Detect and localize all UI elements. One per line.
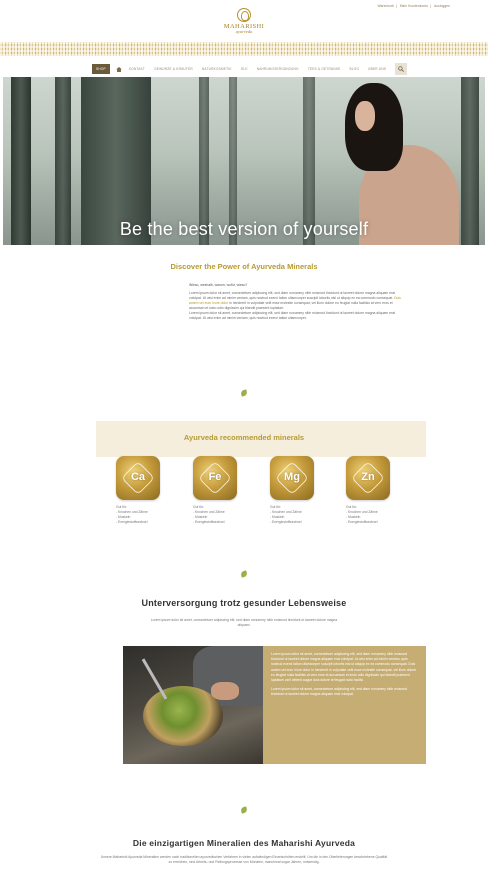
undersupply-title: Unterversorgung trotz gesunder Lebenswei… — [141, 598, 347, 608]
mineral-benefits-zn: Gut für: - Knochen und Zähne - Muskeln -… — [346, 505, 406, 525]
benefit-line: - Energiestoffwechsel — [116, 520, 148, 524]
leaf-divider-icon — [240, 389, 248, 397]
discover-text: Wieso, weshalb, warum, wofür, wieso? Lor… — [189, 283, 401, 321]
mineral-badge-zn[interactable]: Zn — [346, 456, 390, 500]
minerals-title: Ayurveda recommended minerals — [183, 433, 305, 442]
search-button[interactable] — [395, 63, 408, 75]
nav-item-spices[interactable]: GEWÜRZE & KRÄUTER — [154, 67, 193, 71]
mineral-symbol: Ca — [130, 471, 146, 483]
search-icon — [398, 66, 405, 72]
leaf-divider-icon — [240, 806, 248, 814]
mineral-benefits-fe: Gut für: - Knochen und Zähne - Muskeln -… — [193, 505, 253, 525]
info-paragraph: Lorem ipsum dolor sit amet, consectetuer… — [271, 687, 408, 697]
mineral-badge-fe[interactable]: Fe — [193, 456, 237, 500]
mineral-benefits-ca: Gut für: - Knochen und Zähne - Muskeln -… — [116, 505, 176, 525]
nav-item-shop[interactable]: SHOP — [92, 64, 110, 74]
home-icon[interactable] — [116, 66, 122, 72]
top-utility-bar: Warenkorb | Mein Kundenkonto | Ausloggen — [377, 4, 450, 8]
unique-text: Unsere Maharishi Ayurveda Mineralien wer… — [100, 855, 388, 864]
discover-title: Discover the Power of Ayurveda Minerals — [170, 262, 318, 271]
food-bowl-image — [123, 646, 263, 764]
woman-hair — [345, 83, 403, 171]
hand — [211, 682, 239, 700]
leaf-divider-icon — [240, 570, 248, 578]
benefit-line: - Energiestoffwechsel — [346, 520, 378, 524]
nav-item-cosmetics[interactable]: NATURKOSMETIK — [202, 67, 232, 71]
benefit-line: - Energiestoffwechsel — [270, 520, 302, 524]
mineral-symbol: Fe — [208, 471, 222, 483]
nav-item-about[interactable]: ÜBER UNS — [368, 67, 386, 71]
cart-link[interactable]: Warenkorb — [378, 4, 394, 8]
benefit-line: - Energiestoffwechsel — [193, 520, 225, 524]
nav-item-supplements[interactable]: NAHRUNGSERGÄNZUNG — [257, 67, 299, 71]
main-navigation: SHOP KONTAKT GEWÜRZE & KRÄUTER NATURKOSM… — [92, 63, 408, 75]
info-paragraph: Lorem ipsum dolor sit amet, consectetuer… — [271, 652, 417, 683]
lotus-icon — [237, 8, 251, 22]
ornament-band — [0, 42, 488, 56]
discover-paragraph: Lorem ipsum dolor sit amet, consectetuer… — [189, 291, 395, 300]
nav-item-contact[interactable]: KONTAKT — [129, 67, 145, 71]
mineral-badge-ca[interactable]: Ca — [116, 456, 160, 500]
logout-link[interactable]: Ausloggen — [434, 4, 450, 8]
account-link[interactable]: Mein Kundenkonto — [400, 4, 428, 8]
discover-paragraph: Lorem ipsum dolor sit amet, consectetuer… — [189, 311, 395, 320]
brand-logo[interactable]: MAHARISHI ayurveda — [216, 8, 272, 34]
mineral-symbol: Mg — [284, 471, 300, 483]
mineral-badge-mg[interactable]: Mg — [270, 456, 314, 500]
unique-title: Die einzigartigen Mineralien des Maharis… — [132, 838, 356, 848]
nav-item-oils[interactable]: ÖLE — [241, 67, 248, 71]
mineral-benefits-mg: Gut für: - Knochen und Zähne - Muskeln -… — [270, 505, 330, 525]
mineral-symbol: Zn — [361, 471, 375, 483]
nav-item-blog[interactable]: BLOG — [349, 67, 359, 71]
undersupply-text: Lorem ipsum dolor sit amet, consectetuer… — [150, 618, 338, 627]
woman-face — [355, 101, 375, 131]
hero-title: Be the best version of yourself — [119, 219, 369, 239]
undersupply-info-box: Lorem ipsum dolor sit amet, consectetuer… — [263, 646, 426, 764]
hero-banner: Be the best version of yourself — [3, 77, 485, 245]
nav-item-teas[interactable]: TEES & GETRÄNKE — [308, 67, 341, 71]
discover-question: Wieso, weshalb, warum, wofür, wieso? — [189, 283, 248, 287]
